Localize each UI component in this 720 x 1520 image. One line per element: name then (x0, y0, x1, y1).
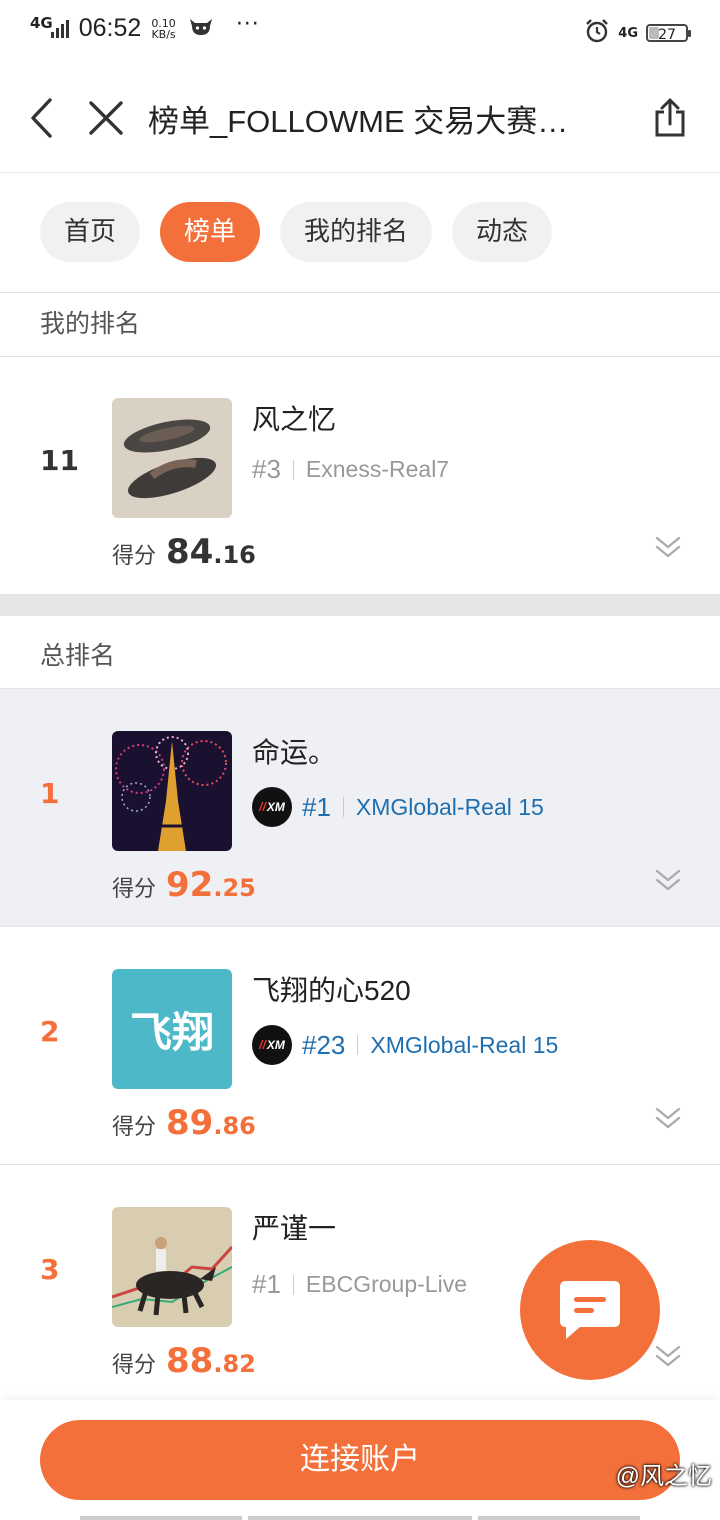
score: 得分 89 .86 (112, 1103, 256, 1143)
account-meta: #1 EBCGroup-Live (252, 1269, 467, 1300)
server-name: EBCGroup-Live (305, 1271, 467, 1297)
status-bar: 4G 06:52 0.10 KB/s ··· 4G 27 (0, 0, 720, 66)
tab-home[interactable]: 首页 (40, 202, 141, 262)
score: 得分 92 .25 (112, 865, 256, 905)
separator (292, 1274, 294, 1295)
home-indicator (80, 1516, 242, 1520)
battery-level: 27 (658, 27, 676, 43)
home-indicator (248, 1516, 472, 1520)
score-integer: 89 (166, 1103, 214, 1143)
divider (0, 292, 720, 293)
account-meta: //XM #1 XMGlobal-Real 15 (252, 787, 544, 827)
nav-bar: 榜单_FOLLOWME 交易大赛… (0, 66, 720, 173)
rank-number: 3 (40, 1253, 60, 1286)
server-name[interactable]: XMGlobal-Real 15 (370, 1032, 558, 1059)
score-decimal: .82 (213, 1350, 256, 1378)
trader-name[interactable]: 飞翔的心520 (252, 969, 411, 1009)
right-network-type: 4G (618, 25, 638, 41)
avatar[interactable] (112, 398, 232, 518)
separator (292, 459, 294, 480)
signal-icon (50, 19, 69, 38)
rank-number: 2 (40, 1015, 60, 1048)
rank-card-2[interactable]: 2 飞翔 飞翔的心520 //XM #23 XMGlobal-Real 15 得… (0, 927, 720, 1165)
score: 得分 88 .82 (112, 1341, 256, 1381)
chevron-down-icon[interactable] (654, 534, 682, 560)
separator (342, 797, 344, 817)
close-icon (89, 101, 123, 135)
alarm-icon (584, 18, 610, 48)
server-name: Exness-Real7 (305, 456, 450, 482)
server-rank: #1 (302, 791, 331, 822)
server-rank: #23 (302, 1029, 346, 1060)
connect-account-button[interactable]: 连接账户 (40, 1420, 680, 1500)
chat-button[interactable] (520, 1240, 660, 1380)
my-rank-card[interactable]: 11 风之忆 #3 Exness-Real7 得分 84 .16 (0, 356, 720, 594)
rank-number: 1 (40, 777, 60, 810)
bottom-bar: 连接账户 @风之忆 (0, 1400, 720, 1520)
account-meta: //XM #23 XMGlobal-Real 15 (252, 1025, 558, 1065)
watermark: @风之忆 (615, 1463, 712, 1490)
net-speed: 0.10 KB/s (151, 18, 176, 40)
avatar[interactable] (112, 731, 232, 851)
tab-my-rank[interactable]: 我的排名 (280, 202, 433, 262)
trader-name[interactable]: 命运。 (252, 731, 336, 771)
tab-bar: 首页 榜单 我的排名 动态 (40, 202, 553, 262)
avatar-text: 飞翔 (129, 1007, 214, 1057)
net-speed-unit: KB/s (151, 27, 176, 41)
score-decimal: .16 (213, 541, 256, 569)
chevron-down-icon[interactable] (654, 867, 682, 893)
more-notifications-icon: ··· (235, 12, 260, 37)
tab-leaderboard[interactable]: 榜单 (160, 202, 261, 262)
server-name[interactable]: XMGlobal-Real 15 (356, 794, 544, 821)
score-label: 得分 (112, 544, 157, 569)
trader-name[interactable]: 风之忆 (252, 398, 336, 438)
server-rank: #3 (252, 454, 281, 484)
rank-card-1[interactable]: 1 命运。 //XM #1 XMGlobal-Real 15 得分 92 .25 (0, 689, 720, 927)
page-title: 榜单_FOLLOWME 交易大赛… (148, 104, 569, 139)
section-gap (0, 594, 720, 616)
broker-logo: //XM (252, 787, 292, 827)
rank-number: 11 (40, 444, 79, 477)
score-integer: 88 (166, 1341, 214, 1381)
avatar[interactable] (112, 1207, 232, 1327)
network-type: 4G (30, 13, 53, 32)
score-label: 得分 (112, 1353, 157, 1378)
score-label: 得分 (112, 1115, 157, 1140)
back-button[interactable] (18, 94, 66, 142)
account-meta: #3 Exness-Real7 (252, 454, 449, 485)
trader-name[interactable]: 严谨一 (252, 1207, 336, 1247)
score: 得分 84 .16 (112, 532, 256, 572)
chat-icon (560, 1281, 620, 1339)
back-icon (31, 98, 52, 138)
battery-icon: 27 (646, 24, 691, 43)
broker-logo-text: XM (266, 800, 285, 814)
score-decimal: .86 (213, 1112, 256, 1140)
score-decimal: .25 (213, 874, 256, 902)
close-button[interactable] (82, 94, 130, 142)
score-integer: 92 (166, 865, 214, 905)
avatar[interactable]: 飞翔 (112, 969, 232, 1089)
score-label: 得分 (112, 877, 157, 902)
my-rank-section-title: 我的排名 (40, 309, 141, 338)
overall-section-title: 总排名 (40, 641, 116, 670)
home-indicator (478, 1516, 640, 1520)
share-button[interactable] (646, 94, 694, 142)
chevron-down-icon[interactable] (654, 1343, 682, 1369)
score-integer: 84 (166, 532, 214, 572)
broker-logo-text: XM (266, 1038, 285, 1052)
share-icon (655, 98, 685, 137)
server-rank: #1 (252, 1269, 281, 1299)
chevron-down-icon[interactable] (654, 1105, 682, 1131)
separator (357, 1035, 359, 1055)
broker-logo: //XM (252, 1025, 292, 1065)
tab-feed[interactable]: 动态 (452, 202, 553, 262)
bull-app-icon (188, 16, 214, 42)
clock: 06:52 (78, 14, 142, 42)
